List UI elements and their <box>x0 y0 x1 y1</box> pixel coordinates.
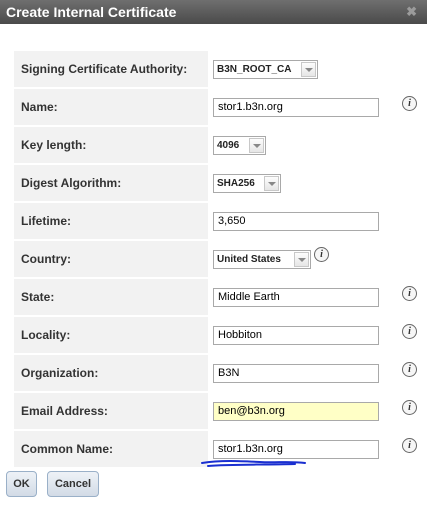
digest-select[interactable]: SHA256 <box>213 174 281 193</box>
name-label: Name: <box>14 89 208 125</box>
signing-ca-value: B3N_ROOT_CA <box>217 64 292 75</box>
locality-label: Locality: <box>14 317 208 353</box>
state-info-icon[interactable]: i <box>402 286 417 301</box>
name-info-icon[interactable]: i <box>402 96 417 111</box>
signing-ca-select[interactable]: B3N_ROOT_CA <box>213 60 318 79</box>
row-name: Name: stor1.b3n.org <box>14 89 379 125</box>
digest-label: Digest Algorithm: <box>14 165 208 201</box>
handwritten-underline <box>201 460 306 467</box>
chevron-down-icon[interactable] <box>264 176 279 191</box>
signing-ca-label: Signing Certificate Authority: <box>14 51 208 87</box>
dialog-title: Create Internal Certificate <box>6 4 177 20</box>
cancel-button[interactable]: Cancel <box>47 471 99 497</box>
row-key-length: Key length: 4096 <box>14 127 374 163</box>
dialog-titlebar: Create Internal Certificate ✖ <box>0 0 427 24</box>
key-length-value: 4096 <box>217 140 240 151</box>
lifetime-label: Lifetime: <box>14 203 208 239</box>
name-input[interactable]: stor1.b3n.org <box>213 98 379 117</box>
lifetime-input[interactable]: 3,650 <box>213 212 379 231</box>
row-lifetime: Lifetime: 3,650 <box>14 203 379 239</box>
key-length-select[interactable]: 4096 <box>213 136 266 155</box>
row-common-name: Common Name: stor1.b3n.org <box>14 431 379 467</box>
row-locality: Locality: Hobbiton <box>14 317 379 353</box>
row-state: State: Middle Earth <box>14 279 379 315</box>
row-digest: Digest Algorithm: SHA256 <box>14 165 374 201</box>
email-info-icon[interactable]: i <box>402 400 417 415</box>
digest-value: SHA256 <box>217 178 255 189</box>
ok-button[interactable]: OK <box>6 471 37 497</box>
state-input[interactable]: Middle Earth <box>213 288 379 307</box>
country-label: Country: <box>14 241 208 277</box>
country-value: United States <box>217 254 281 265</box>
common-name-label: Common Name: <box>14 431 208 467</box>
chevron-down-icon[interactable] <box>294 252 309 267</box>
organization-input[interactable]: B3N <box>213 364 379 383</box>
key-length-label: Key length: <box>14 127 208 163</box>
organization-info-icon[interactable]: i <box>402 362 417 377</box>
chevron-down-icon[interactable] <box>249 138 264 153</box>
row-organization: Organization: B3N <box>14 355 379 391</box>
locality-input[interactable]: Hobbiton <box>213 326 379 345</box>
close-icon[interactable]: ✖ <box>406 4 417 20</box>
email-label: Email Address: <box>14 393 208 429</box>
organization-label: Organization: <box>14 355 208 391</box>
email-input[interactable]: ben@b3n.org <box>213 402 379 421</box>
locality-info-icon[interactable]: i <box>402 324 417 339</box>
chevron-down-icon[interactable] <box>301 62 316 77</box>
row-signing-ca: Signing Certificate Authority: B3N_ROOT_… <box>14 51 374 87</box>
country-select[interactable]: United States <box>213 250 311 269</box>
common-name-info-icon[interactable]: i <box>402 438 417 453</box>
country-info-icon[interactable]: i <box>314 247 329 262</box>
row-email: Email Address: ben@b3n.org <box>14 393 379 429</box>
state-label: State: <box>14 279 208 315</box>
